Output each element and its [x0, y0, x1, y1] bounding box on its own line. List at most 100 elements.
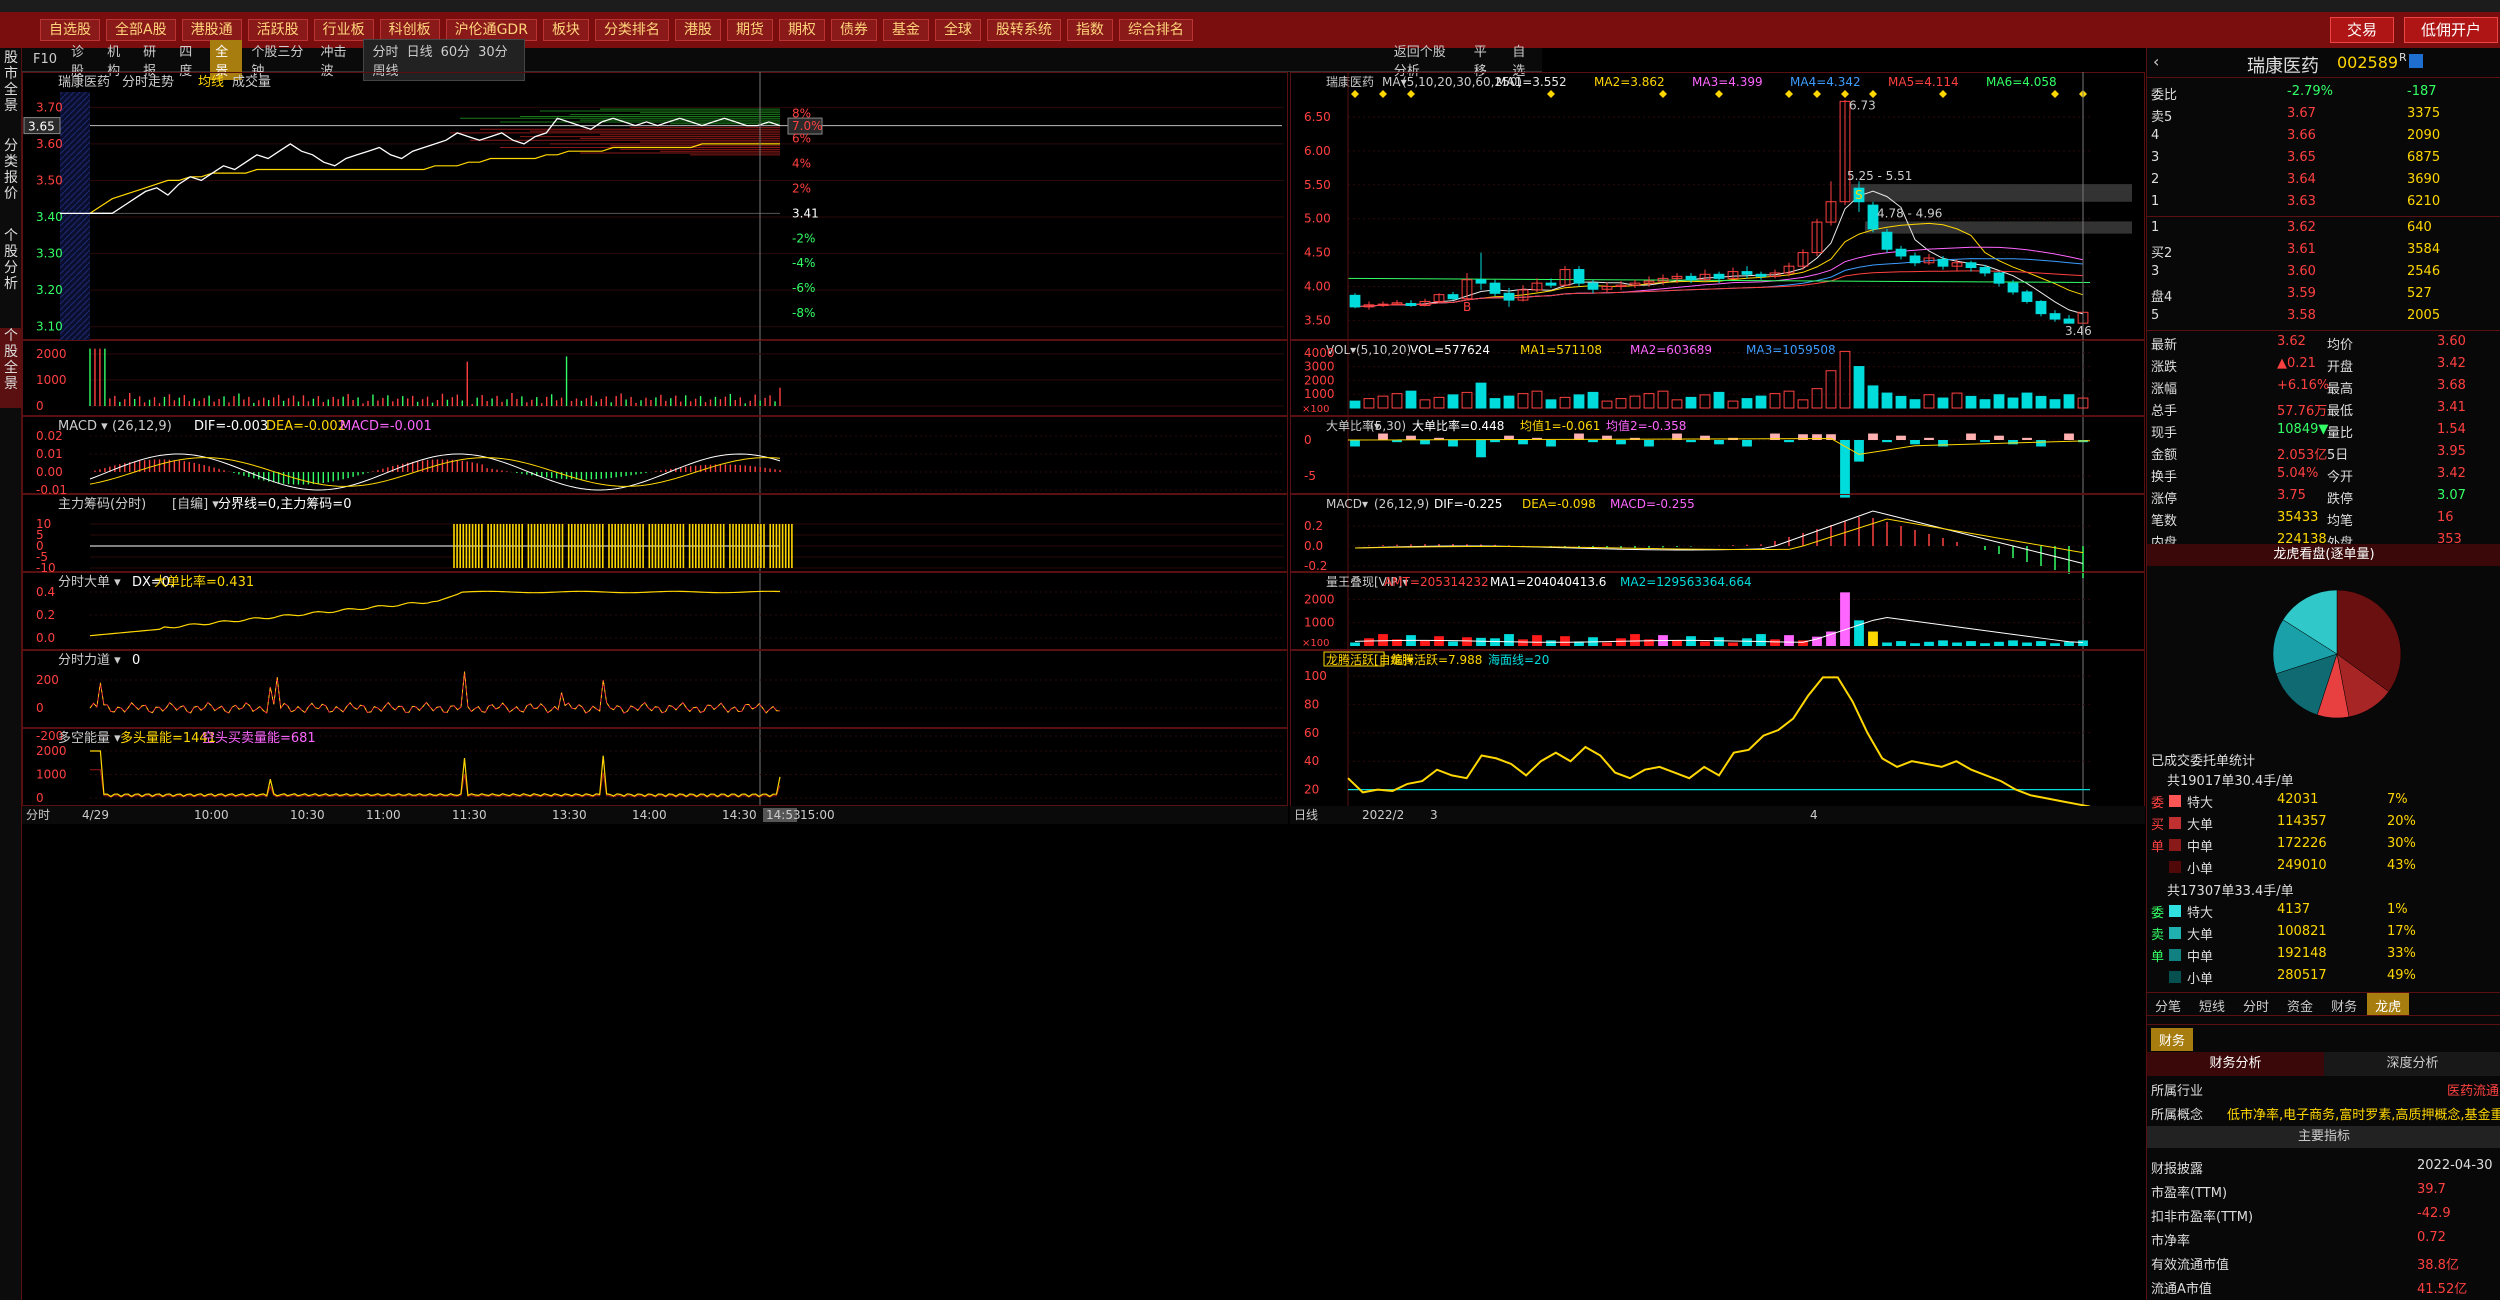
- fin-tab[interactable]: 财务: [2151, 1028, 2194, 1051]
- panel-tab[interactable]: 资金: [2279, 993, 2321, 1015]
- vol-bar: [1433, 396, 1445, 409]
- macd-dea: DEA=-0.002: [266, 419, 346, 434]
- period-tab[interactable]: 30分: [474, 45, 512, 60]
- fin-subtab-analysis[interactable]: 财务分析: [2147, 1052, 2324, 1076]
- toolbar-item[interactable]: 期货: [726, 19, 773, 41]
- amount-bar: [1518, 639, 1528, 646]
- candle-body: [1741, 271, 1753, 275]
- panel-tab[interactable]: 分时: [2235, 993, 2277, 1015]
- amount-bar: [2050, 643, 2060, 646]
- buy-signal: B: [1463, 300, 1471, 314]
- vol-bar: [1559, 396, 1571, 409]
- back-icon[interactable]: ‹: [2153, 52, 2159, 71]
- subtab[interactable]: F10: [28, 51, 62, 68]
- panel-frame: [22, 340, 1288, 416]
- panel-tab[interactable]: 财务: [2323, 993, 2365, 1015]
- nav-item-stock-analysis[interactable]: 个股分析: [0, 228, 22, 308]
- weibi-value: -2.79%: [2287, 84, 2333, 99]
- fin-row: 有效流通市值 38.8亿: [2147, 1252, 2500, 1274]
- kmacd-dif-line: [1354, 510, 2084, 564]
- fin-subtab-deep[interactable]: 深度分析: [2324, 1052, 2500, 1076]
- stat-label: 总手: [2151, 404, 2178, 419]
- amount-bar: [1378, 634, 1388, 646]
- candle-body: [1503, 292, 1515, 301]
- toolbar-item[interactable]: 全部A股: [106, 19, 176, 41]
- bigratio-bar: [1980, 440, 1990, 443]
- period-tab[interactable]: 日线: [403, 45, 437, 60]
- amount-bar: [1630, 634, 1640, 646]
- toolbar-item[interactable]: 活跃股: [247, 19, 308, 41]
- stock-name: 瑞康医药: [2247, 56, 2319, 77]
- buy-row: 买 大单 114357 20%: [2147, 812, 2500, 834]
- amount-bar: [1910, 643, 1920, 646]
- toolbar-item[interactable]: 自选股: [40, 19, 100, 41]
- toolbar-item[interactable]: 债券: [830, 19, 877, 41]
- toolbar-item[interactable]: 港股: [674, 19, 721, 41]
- toolbar-item[interactable]: 板块: [542, 19, 589, 41]
- done-row: 已成交委托单统计: [2147, 748, 2500, 770]
- toolbar-item[interactable]: 综合排名: [1118, 19, 1193, 41]
- toolbar-item[interactable]: 指数: [1066, 19, 1113, 41]
- concept-value: 低市净率,电子商务,富时罗素,高质押概念,基金重仓: [2227, 1108, 2500, 1123]
- stat-label2: 均价: [2327, 338, 2354, 353]
- y-tick-label: 40: [1304, 754, 1319, 768]
- toolbar-item[interactable]: 股转系统: [986, 19, 1061, 41]
- nav-item-category[interactable]: 分类报价: [0, 138, 22, 218]
- sell-total: 共17307单33.4手/单: [2167, 884, 2294, 899]
- bid-row: 3 3.60 2546: [2147, 262, 2500, 284]
- sub-tabs: F10 诊股 机构 研报 四度 全景 个股三分钟 冲击波 分时 日线 60分 30分周线 返回个股分析平…: [22, 38, 1542, 81]
- signal-diamond: [1407, 90, 1415, 98]
- toolbar-item[interactable]: 基金: [882, 19, 929, 41]
- y-tick-label: 2000: [36, 347, 67, 361]
- amount-bar: [1980, 643, 1990, 646]
- panel-tab[interactable]: 分笔: [2147, 993, 2189, 1015]
- y-tick-label: 80: [1304, 697, 1319, 711]
- toolbar-item[interactable]: 分类排名: [594, 19, 669, 41]
- industry-label: 所属行业: [2151, 1084, 2204, 1099]
- nav-item-stock-panorama[interactable]: 个股全景: [0, 328, 22, 408]
- fin-row: 市盈率(TTM) 39.7: [2147, 1180, 2500, 1202]
- ask-price: 3.67: [2287, 106, 2316, 121]
- fin-value: 0.72: [2417, 1230, 2446, 1245]
- y-tick-label: 2000: [1304, 592, 1335, 606]
- kline-time-label: 日线: [1294, 808, 1318, 822]
- toolbar-item[interactable]: 全球: [934, 19, 981, 41]
- chip-label: 主力筹码(分时): [58, 496, 146, 512]
- fin-label: 市净率: [2151, 1234, 2191, 1249]
- signal-diamond: [1785, 90, 1793, 98]
- panel-tab[interactable]: 龙虎: [2367, 993, 2410, 1015]
- stock-title-bar: ‹ 瑞康医药 002589 R: [2147, 48, 2500, 78]
- signal-diamond: [2051, 90, 2059, 98]
- amount-value: AMT=205314232: [1384, 575, 1489, 589]
- weibi-value2: -187: [2407, 84, 2437, 99]
- bigratio-bar: [1490, 440, 1500, 443]
- account-button[interactable]: 低佣开户: [2404, 17, 2499, 43]
- ask-vol: 6210: [2407, 194, 2441, 209]
- bid-label: 5: [2151, 308, 2160, 323]
- buy-row: 单 中单 172226 30%: [2147, 834, 2500, 856]
- amount-bar: [1546, 640, 1556, 646]
- period-tab[interactable]: 分时: [369, 45, 403, 60]
- bid-price: 3.62: [2287, 220, 2316, 235]
- bid-vol: 527: [2407, 286, 2432, 301]
- bid-label: 买2: [2151, 246, 2173, 261]
- y-tick-label: 3.40: [36, 210, 63, 224]
- period-tab[interactable]: 60分: [437, 45, 475, 60]
- nav-item-market[interactable]: 股市全景: [0, 50, 22, 120]
- trade-button[interactable]: 交易: [2330, 17, 2395, 43]
- vol-bar: [1447, 394, 1459, 409]
- anno-high: 6.73: [1849, 98, 1876, 112]
- toolbar-item[interactable]: 港股通: [181, 19, 242, 41]
- bid-price: 3.60: [2287, 264, 2316, 279]
- y-tick-label: 0: [1304, 433, 1312, 447]
- buy-size-label: 特大: [2187, 796, 2214, 811]
- panel-frame: [1290, 72, 2145, 340]
- panel-tab[interactable]: 短线: [2191, 993, 2233, 1015]
- right-panel: ‹ 瑞康医药 002589 R 委比 -2.79% -187 卖5 3.67 3375 4 3.66 2…: [2146, 48, 2500, 1300]
- time-tick-label: 14:30: [722, 808, 757, 822]
- y-tick-label: 0.0: [1304, 539, 1323, 553]
- time-tick-label: 14:53: [766, 808, 801, 822]
- vol-unit: ×100: [1302, 404, 1329, 415]
- bid-row: 5 3.58 2005: [2147, 306, 2500, 328]
- toolbar-item[interactable]: 期权: [778, 19, 825, 41]
